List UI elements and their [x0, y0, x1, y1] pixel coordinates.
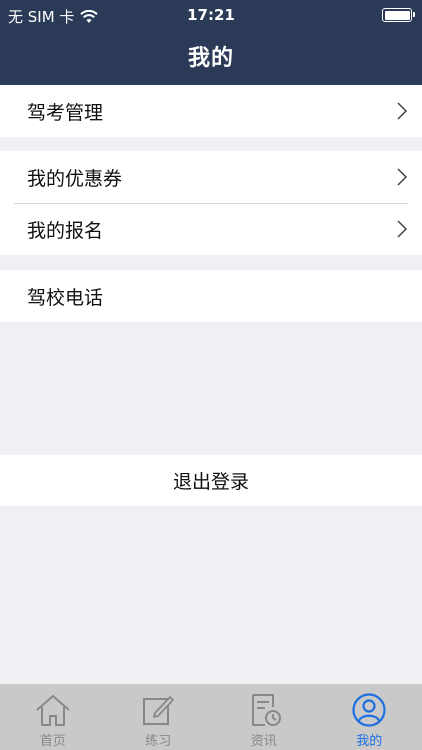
tab-news[interactable]: 资讯 — [211, 684, 317, 750]
tab-home[interactable]: 首页 — [0, 684, 106, 750]
tab-bar: 首页 练习 资讯 我的 — [0, 684, 422, 750]
settings-group-3: 驾校电话 — [0, 270, 422, 322]
menu-item-exam-management[interactable]: 驾考管理 — [0, 85, 422, 137]
chevron-right-icon — [397, 102, 408, 120]
tab-label: 练习 — [145, 734, 172, 749]
status-time: 17:21 — [187, 6, 235, 24]
news-icon — [251, 694, 281, 726]
tab-label: 资讯 — [250, 734, 277, 749]
settings-group-1: 驾考管理 — [0, 85, 422, 137]
home-icon — [36, 695, 70, 726]
battery-icon — [382, 8, 415, 22]
tab-practice[interactable]: 练习 — [106, 684, 212, 750]
logout-button[interactable]: 退出登录 — [0, 455, 422, 506]
page-title: 我的 — [187, 46, 234, 71]
menu-item-label: 我的报名 — [27, 219, 104, 242]
menu-item-label: 我的优惠券 — [27, 167, 123, 190]
tab-label: 我的 — [356, 734, 383, 749]
settings-group-2: 我的优惠券 我的报名 — [0, 151, 422, 255]
chevron-right-icon — [397, 220, 408, 238]
menu-item-school-phone[interactable]: 驾校电话 — [0, 270, 422, 322]
user-icon — [352, 693, 386, 727]
header: 无 SIM 卡 17:21 我的 — [0, 0, 422, 85]
tab-label: 首页 — [39, 734, 66, 749]
edit-icon — [143, 696, 175, 725]
menu-item-label: 驾考管理 — [27, 101, 104, 124]
menu-item-label: 驾校电话 — [27, 286, 104, 309]
tab-mine[interactable]: 我的 — [317, 684, 422, 750]
status-bar: 无 SIM 卡 17:21 — [0, 0, 422, 30]
menu-item-my-registration[interactable]: 我的报名 — [0, 203, 422, 255]
menu-item-my-coupons[interactable]: 我的优惠券 — [0, 151, 422, 203]
chevron-right-icon — [397, 168, 408, 186]
